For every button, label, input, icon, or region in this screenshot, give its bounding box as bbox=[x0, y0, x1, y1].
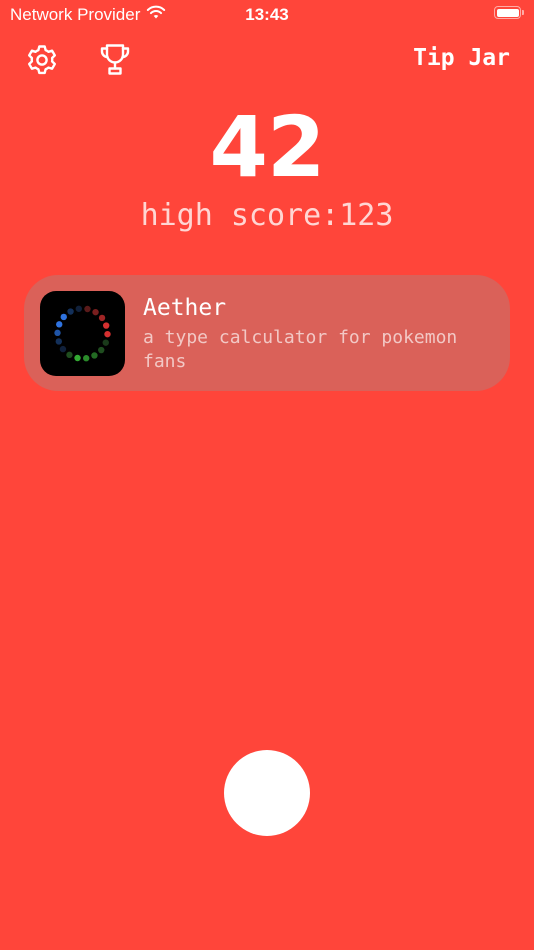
battery-fill bbox=[496, 8, 519, 17]
high-score: high score:123 bbox=[140, 198, 394, 233]
icon-dot bbox=[92, 308, 99, 316]
promo-title: Aether bbox=[143, 295, 227, 321]
trophy-icon bbox=[100, 44, 130, 75]
icon-dot bbox=[98, 314, 106, 322]
icon-dot bbox=[59, 345, 67, 353]
icon-dot bbox=[67, 308, 74, 315]
tap-button[interactable] bbox=[224, 750, 310, 836]
tip-jar-button[interactable]: Tip Jar bbox=[413, 45, 510, 71]
current-score: 42 bbox=[209, 98, 326, 196]
icon-dot bbox=[60, 313, 67, 321]
battery-cap bbox=[522, 10, 524, 15]
battery-icon bbox=[494, 6, 524, 19]
aether-promo-card[interactable]: Aether a type calculator for pokemon fan… bbox=[24, 275, 510, 391]
icon-dot bbox=[91, 352, 98, 359]
battery-body bbox=[494, 6, 521, 19]
icon-dot bbox=[102, 339, 109, 346]
icon-dot bbox=[74, 354, 81, 362]
promo-subtitle: a type calculator for pokemon fans bbox=[143, 327, 458, 372]
status-bar: Network Provider 13:43 bbox=[0, 0, 534, 30]
icon-dot bbox=[54, 329, 61, 337]
icon-dot bbox=[56, 321, 63, 328]
icon-dot bbox=[66, 351, 73, 359]
icon-dot bbox=[104, 330, 111, 338]
icon-dot bbox=[84, 305, 91, 313]
icon-dot bbox=[55, 338, 62, 345]
status-time: 13:43 bbox=[245, 5, 289, 24]
aether-app-icon bbox=[40, 291, 125, 376]
icon-dot bbox=[98, 346, 105, 354]
settings-button[interactable] bbox=[24, 42, 60, 78]
icon-dot bbox=[103, 322, 110, 329]
icon-dot bbox=[83, 355, 90, 362]
icon-dot bbox=[75, 305, 82, 312]
gear-icon bbox=[28, 45, 56, 75]
achievements-button[interactable] bbox=[97, 42, 133, 78]
